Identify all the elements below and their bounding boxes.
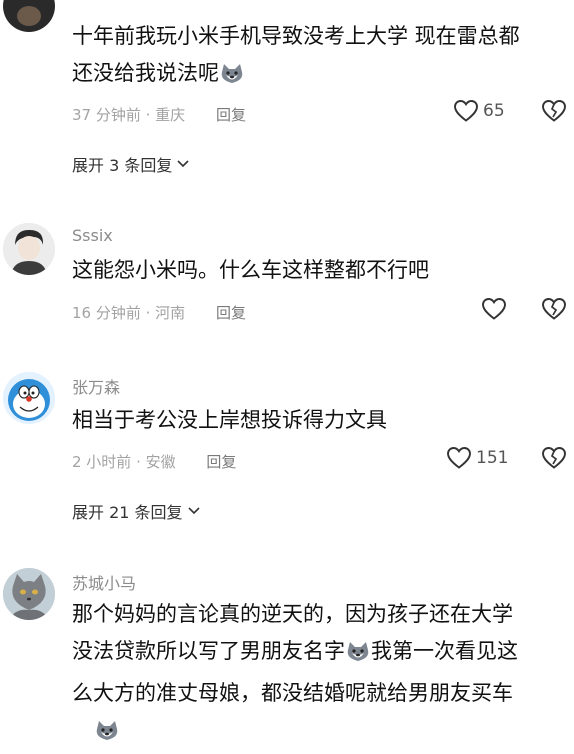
chevron-down-icon [187, 507, 200, 515]
husky-emoji-icon [345, 638, 371, 675]
comment-text: 相当于考公没上岸想投诉得力文具 [72, 408, 387, 432]
comment-time-location: 2 小时前 · 安徽 [72, 453, 176, 471]
broken-heart-icon [542, 298, 566, 320]
expand-replies-button[interactable]: 展开 3 条回复 [72, 152, 190, 176]
username[interactable]: Sssix [72, 226, 113, 245]
comment-time-location: 16 分钟前 · 河南 [72, 304, 186, 322]
reply-button[interactable]: 回复 [206, 453, 236, 471]
comment-meta: 2 小时前 · 安徽 回复 [72, 451, 236, 472]
like-count: 151 [476, 448, 509, 468]
like-count: 65 [483, 101, 505, 121]
username[interactable]: 苏城小马 [72, 570, 136, 594]
husky-emoji-icon [219, 60, 245, 97]
comment-meta: 16 分钟前 · 河南 回复 [72, 302, 246, 323]
dislike-button[interactable] [541, 446, 567, 474]
heart-outline-icon [454, 100, 478, 122]
comment-time-location: 37 分钟前 · 重庆 [72, 106, 186, 124]
avatar[interactable] [3, 0, 55, 32]
reply-button[interactable]: 回复 [216, 106, 246, 124]
like-button[interactable] [481, 297, 507, 321]
dislike-button[interactable] [541, 99, 567, 127]
avatar[interactable] [3, 372, 55, 424]
like-button[interactable]: 65 [453, 99, 505, 123]
dislike-button[interactable] [541, 297, 567, 325]
reply-button[interactable]: 回复 [216, 304, 246, 322]
username[interactable]: 张万森 [72, 374, 120, 398]
comment-meta: 37 分钟前 · 重庆 回复 [72, 104, 246, 125]
heart-outline-icon [447, 447, 471, 469]
expand-replies-button[interactable]: 展开 21 条回复 [72, 499, 201, 523]
comment-text: 这能怨小米吗。什么车这样整都不行吧 [72, 258, 429, 282]
avatar[interactable] [3, 223, 55, 275]
avatar[interactable] [3, 568, 55, 620]
comment-text: 十年前我玩小米手机导致没考上大学 现在雷总都 还没给我说法呢 [72, 18, 520, 97]
husky-emoji-icon [94, 717, 120, 754]
heart-outline-icon [482, 298, 506, 320]
chevron-down-icon [177, 160, 189, 168]
like-button[interactable]: 151 [446, 446, 508, 470]
broken-heart-icon [542, 447, 566, 469]
broken-heart-icon [542, 100, 566, 122]
comment-text: 那个妈妈的言论真的逆天的，因为孩子还在大学 没法贷款所以写了男朋友名字 我第一次看… [72, 596, 518, 749]
